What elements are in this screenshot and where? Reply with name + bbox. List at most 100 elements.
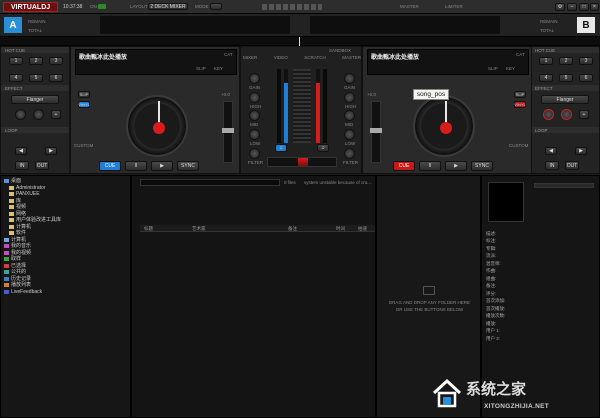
folder-tree-item[interactable]: LiveFeedback: [4, 289, 129, 296]
deck-b-sync-button[interactable]: SYNC: [471, 161, 493, 171]
tab-video[interactable]: VIDEO: [274, 55, 288, 63]
hotcue-1[interactable]: 1: [539, 57, 553, 65]
deck-b-fx-toggle[interactable]: +: [579, 110, 589, 119]
hotcue-6[interactable]: 6: [49, 74, 63, 82]
watermark-url: XITONGZHIJIA.NET: [484, 403, 549, 410]
deck-a-loop-out[interactable]: OUT: [35, 161, 49, 170]
deck-b-pitch-slider[interactable]: [370, 101, 382, 163]
deck-b-overview[interactable]: [310, 16, 500, 34]
headphone-a-icon[interactable]: ♫: [275, 144, 287, 152]
deck-a-loop-double[interactable]: ▶: [45, 147, 57, 155]
waveform-strip[interactable]: [0, 36, 600, 47]
high-knob-b[interactable]: [344, 92, 355, 103]
column-time[interactable]: 时间: [336, 226, 345, 232]
layout-select[interactable]: 2 DECK MIXER: [148, 3, 188, 10]
hotcue-5[interactable]: 5: [559, 74, 573, 82]
deck-a-play-button[interactable]: ▶: [151, 161, 173, 171]
low-knob-a[interactable]: [249, 129, 260, 140]
close-icon[interactable]: ×: [590, 3, 599, 11]
info-field: 作曲:: [486, 268, 497, 274]
deck-a-vinyl-button[interactable]: VINYL: [78, 101, 90, 108]
column-remarks[interactable]: 备注: [288, 226, 297, 232]
deck-b-fx-knob-1[interactable]: [543, 109, 554, 120]
column-artist[interactable]: 艺术家: [192, 226, 206, 232]
folder-icon: [9, 205, 14, 210]
info-field: 备注:: [486, 283, 497, 289]
deck-b-play-button[interactable]: ▶: [445, 161, 467, 171]
info-slider[interactable]: [534, 183, 594, 188]
deck-b-hotcue-tab[interactable]: HOT CUE: [531, 47, 599, 53]
deck-b-cat: CAT: [516, 52, 525, 57]
maximize-icon[interactable]: □: [579, 3, 589, 11]
hotcue-3[interactable]: 3: [49, 57, 63, 65]
file-list: 0 files system unstable because of cra..…: [131, 175, 376, 418]
deck-a-fx-knob-1[interactable]: [15, 109, 26, 120]
filter-knob-b[interactable]: [344, 148, 355, 159]
deck-a-jogwheel[interactable]: [126, 95, 188, 157]
deck-b-fx-knob-2[interactable]: [561, 109, 572, 120]
deck-a-cue-button[interactable]: CUE: [99, 161, 121, 171]
deck-a-slip-button[interactable]: SLIP: [78, 91, 90, 98]
deck-a-fx-knob-2[interactable]: [33, 109, 44, 120]
deck-b-vinyl-button[interactable]: VINYL: [514, 101, 526, 108]
mid-knob-b[interactable]: [344, 110, 355, 121]
deck-b-loop-in[interactable]: IN: [545, 161, 559, 170]
hotcue-1[interactable]: 1: [9, 57, 23, 65]
deck-b-slip-button[interactable]: SLIP: [514, 91, 526, 98]
deck-b-remain: REMAIN: [540, 19, 558, 24]
deck-a-pause-button[interactable]: II: [125, 161, 147, 171]
hotcue-6[interactable]: 6: [579, 74, 593, 82]
deck-b-loop-double[interactable]: ▶: [575, 147, 587, 155]
folder-add-icon: [423, 286, 435, 295]
tab-mixer[interactable]: MIXER: [243, 55, 257, 63]
folder-icon: [4, 276, 9, 281]
deck-a-pitch-slider[interactable]: [222, 101, 234, 163]
deck-a-loop-in[interactable]: IN: [15, 161, 29, 170]
search-input[interactable]: [140, 179, 280, 186]
gain-knob-a[interactable]: [249, 73, 260, 84]
deck-a-fx-toggle[interactable]: +: [51, 110, 61, 119]
gain-knob-b[interactable]: [344, 73, 355, 84]
filter-knob-a[interactable]: [249, 148, 260, 159]
deck-b-loop-tab[interactable]: LOOP: [531, 127, 599, 133]
deck-a-loop-tab[interactable]: LOOP: [1, 127, 69, 133]
deck-a-sync-button[interactable]: SYNC: [177, 161, 199, 171]
deck-a-effect-tab[interactable]: EFFECT: [1, 85, 69, 91]
column-bpm[interactable]: 拍速: [358, 226, 367, 232]
deck-a-loop-half[interactable]: ◀: [15, 147, 27, 155]
deck-b-effect-select[interactable]: Flanger: [541, 95, 589, 104]
tab-scratch[interactable]: SCRATCH: [304, 55, 325, 63]
tab-master[interactable]: MASTER: [342, 55, 361, 63]
crossfader[interactable]: [267, 157, 337, 167]
high-knob-a[interactable]: [249, 92, 260, 103]
mode-label: MODE: [195, 4, 209, 9]
deck-a-custom: CUSTOM: [74, 143, 94, 148]
headphone-b-icon[interactable]: ♫: [317, 144, 329, 152]
deck-b-effect-tab[interactable]: EFFECT: [531, 85, 599, 91]
hotcue-2[interactable]: 2: [29, 57, 43, 65]
info-field: 首次播放:: [486, 305, 506, 311]
deck-b-loop-half[interactable]: ◀: [545, 147, 557, 155]
hotcue-5[interactable]: 5: [29, 74, 43, 82]
deck-a-overview[interactable]: [100, 16, 290, 34]
minimize-icon[interactable]: –: [567, 3, 577, 11]
deck-b-jogwheel[interactable]: [413, 95, 475, 157]
deck-b-loop-out[interactable]: OUT: [565, 161, 579, 170]
low-knob-b[interactable]: [344, 129, 355, 140]
info-field: 流派:: [486, 253, 497, 259]
deck-b-cue-button[interactable]: CUE: [393, 161, 415, 171]
hotcue-4[interactable]: 4: [9, 74, 23, 82]
column-title[interactable]: 标题: [144, 226, 153, 232]
hotcue-4[interactable]: 4: [539, 74, 553, 82]
mode-button[interactable]: [210, 3, 222, 10]
deck-b-pause-button[interactable]: II: [419, 161, 441, 171]
deck-a-cat: CAT: [224, 52, 233, 57]
low-label-a: LOW: [250, 141, 261, 146]
hotcue-3[interactable]: 3: [579, 57, 593, 65]
settings-icon[interactable]: ⚙: [555, 3, 565, 11]
on-toggle[interactable]: [98, 4, 106, 9]
hotcue-2[interactable]: 2: [559, 57, 573, 65]
deck-a-effect-select[interactable]: Flanger: [11, 95, 59, 104]
deck-a-hotcue-tab[interactable]: HOT CUE: [1, 47, 69, 53]
mid-knob-a[interactable]: [249, 110, 260, 121]
